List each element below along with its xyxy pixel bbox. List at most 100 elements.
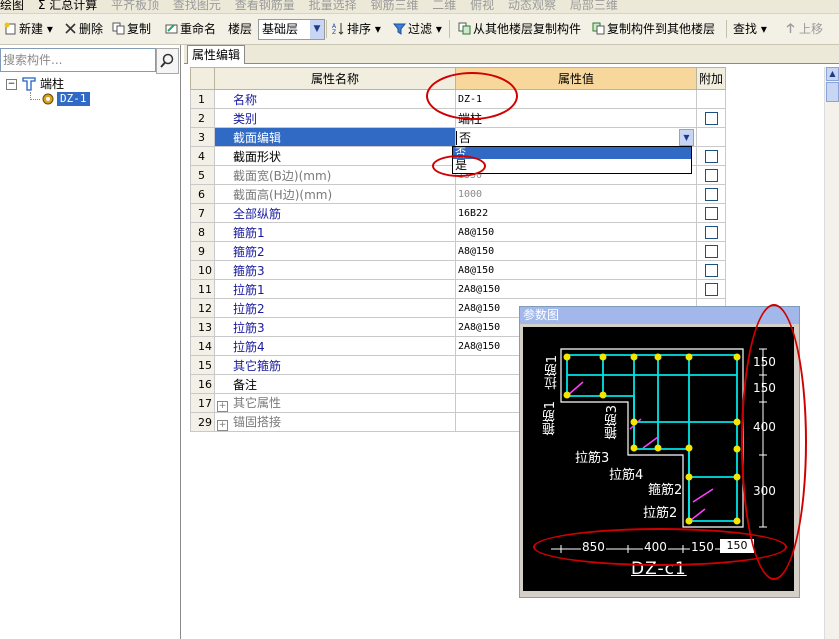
tree-root-label[interactable]: 端柱: [40, 76, 64, 92]
row-number: 3: [190, 127, 215, 147]
vertical-scrollbar[interactable]: ▲: [824, 67, 839, 639]
row-name: 其它箍筋: [214, 355, 456, 375]
menu-align-top[interactable]: 平齐板顶: [111, 0, 159, 11]
row-name: 截面形状: [214, 146, 456, 166]
dim-right-1[interactable]: 150: [753, 355, 776, 369]
dim-right-3[interactable]: 400: [753, 420, 776, 434]
row-value[interactable]: A8@150: [455, 241, 697, 261]
copy-from-floor-button[interactable]: 从其他楼层复制构件: [456, 20, 583, 38]
row-value[interactable]: 16B22: [455, 203, 697, 223]
sort-button[interactable]: A Z 排序 ▾: [330, 20, 383, 38]
row-extra: [695, 127, 727, 147]
expand-icon[interactable]: +: [217, 420, 228, 431]
new-label: 新建: [19, 22, 44, 36]
row-value[interactable]: A8@150: [455, 222, 697, 242]
header-name: 属性名称: [214, 67, 456, 90]
dropdown-option-no[interactable]: 否: [453, 147, 691, 159]
extra-checkbox[interactable]: [704, 245, 718, 258]
row-extra: [695, 146, 727, 166]
menu-view-rebar[interactable]: 查看钢筋量: [235, 0, 295, 11]
dim-bottom-1[interactable]: 850: [581, 540, 606, 554]
row-value[interactable]: 1000: [455, 184, 697, 204]
row-number: 5: [190, 165, 215, 185]
toolbar: 新建 ▾ 删除 复制 重命名 楼层 基础层 ▼ A Z 排序 ▾ 过滤 ▾ 从其他楼…: [0, 14, 839, 45]
extra-checkbox[interactable]: [704, 226, 718, 239]
arrow-up-icon: [786, 23, 795, 33]
menu-find[interactable]: 查找图元: [173, 0, 221, 11]
row-extra: [695, 203, 727, 223]
rename-button[interactable]: 重命名: [163, 20, 218, 38]
row-name-expandable[interactable]: + 锚固搭接: [214, 412, 456, 432]
dim-bottom-2[interactable]: 400: [643, 540, 668, 554]
copy-label: 复制: [127, 22, 152, 36]
row-value[interactable]: 端柱: [455, 108, 697, 128]
row-value[interactable]: DZ-1: [455, 89, 697, 109]
scroll-thumb[interactable]: [826, 82, 839, 102]
sort-icon: AZ: [332, 23, 344, 35]
menu-draw[interactable]: 绘图: [0, 0, 24, 11]
sort-label: 排序: [347, 22, 372, 36]
tab-property-edit[interactable]: 属性编辑: [187, 45, 246, 64]
extra-checkbox[interactable]: [704, 112, 718, 125]
dim-edit-input[interactable]: 150: [720, 539, 754, 553]
copy-button[interactable]: 复制: [110, 20, 153, 38]
extra-checkbox[interactable]: [704, 188, 718, 201]
new-button[interactable]: 新建 ▾: [2, 20, 55, 38]
extra-checkbox[interactable]: [704, 207, 718, 220]
dim-bottom-3[interactable]: 150: [690, 540, 715, 554]
row-name: 其它属性: [233, 396, 282, 410]
expand-icon[interactable]: +: [217, 401, 228, 412]
extra-checkbox[interactable]: [704, 264, 718, 277]
svg-text:Z: Z: [332, 29, 336, 35]
scroll-up-icon[interactable]: ▲: [826, 67, 839, 81]
row-number: 1: [190, 89, 215, 109]
row-name: 箍筋3: [214, 260, 456, 280]
row-number: 2: [190, 108, 215, 128]
search-input[interactable]: 搜索构件...: [0, 48, 156, 72]
dim-right-2[interactable]: 150: [753, 381, 776, 395]
row-number: 10: [190, 260, 215, 280]
menu-rebar-3d[interactable]: 钢筋三维: [370, 0, 418, 11]
menu-batch-select[interactable]: 批量选择: [309, 0, 357, 11]
header-value: 属性值: [455, 67, 697, 90]
move-up-button[interactable]: 上移: [782, 20, 825, 38]
dim-right-4[interactable]: 300: [753, 484, 776, 498]
copy-from-floor-icon: [458, 22, 471, 35]
row-value[interactable]: A8@150: [455, 260, 697, 280]
new-icon: [4, 22, 16, 35]
menu-orbit[interactable]: 动态观察: [508, 0, 556, 11]
header-extra: 附加: [695, 67, 727, 90]
tree-collapse-toggle[interactable]: −: [6, 79, 17, 90]
extra-checkbox[interactable]: [704, 150, 718, 163]
gear-icon: [42, 93, 54, 105]
menu-2d[interactable]: 二维: [432, 0, 456, 11]
chevron-down-icon[interactable]: ▼: [679, 129, 694, 146]
param-window-title[interactable]: 参数图: [520, 307, 799, 324]
menu-top-view[interactable]: 俯视: [470, 0, 494, 11]
table-row: 7 全部纵筋 16B22: [190, 203, 727, 223]
dropdown-option-yes[interactable]: 是: [453, 159, 691, 172]
filter-button[interactable]: 过滤 ▾: [391, 20, 444, 38]
row-name-expandable[interactable]: + 其它属性: [214, 393, 456, 413]
menu-local-3d[interactable]: 局部三维: [570, 0, 618, 11]
section-edit-select[interactable]: 否 ▼: [455, 127, 697, 147]
floor-select-value: 基础层: [262, 22, 299, 36]
select-value: 否: [456, 130, 472, 145]
extra-checkbox[interactable]: [704, 169, 718, 182]
row-extra: [695, 108, 727, 128]
label-stirrup-2: 箍筋2: [648, 483, 683, 498]
find-button[interactable]: 查找 ▾: [731, 20, 769, 38]
tree-item-dz1[interactable]: DZ-1: [57, 92, 90, 106]
label-tie-2: 拉筋2: [643, 506, 678, 521]
copy-to-floor-button[interactable]: 复制构件到其他楼层: [590, 20, 717, 38]
copy-icon: [112, 22, 125, 35]
tree-connector: [30, 99, 40, 101]
row-value[interactable]: 2A8@150: [455, 279, 697, 299]
search-button[interactable]: [156, 48, 179, 74]
menu-summary[interactable]: Σ 汇总计算: [38, 0, 97, 11]
toolbar-separator: [726, 20, 727, 38]
extra-checkbox[interactable]: [704, 283, 718, 296]
column-type-icon: [22, 77, 36, 91]
floor-select[interactable]: 基础层 ▼: [258, 19, 325, 40]
delete-button[interactable]: 删除: [62, 20, 105, 38]
